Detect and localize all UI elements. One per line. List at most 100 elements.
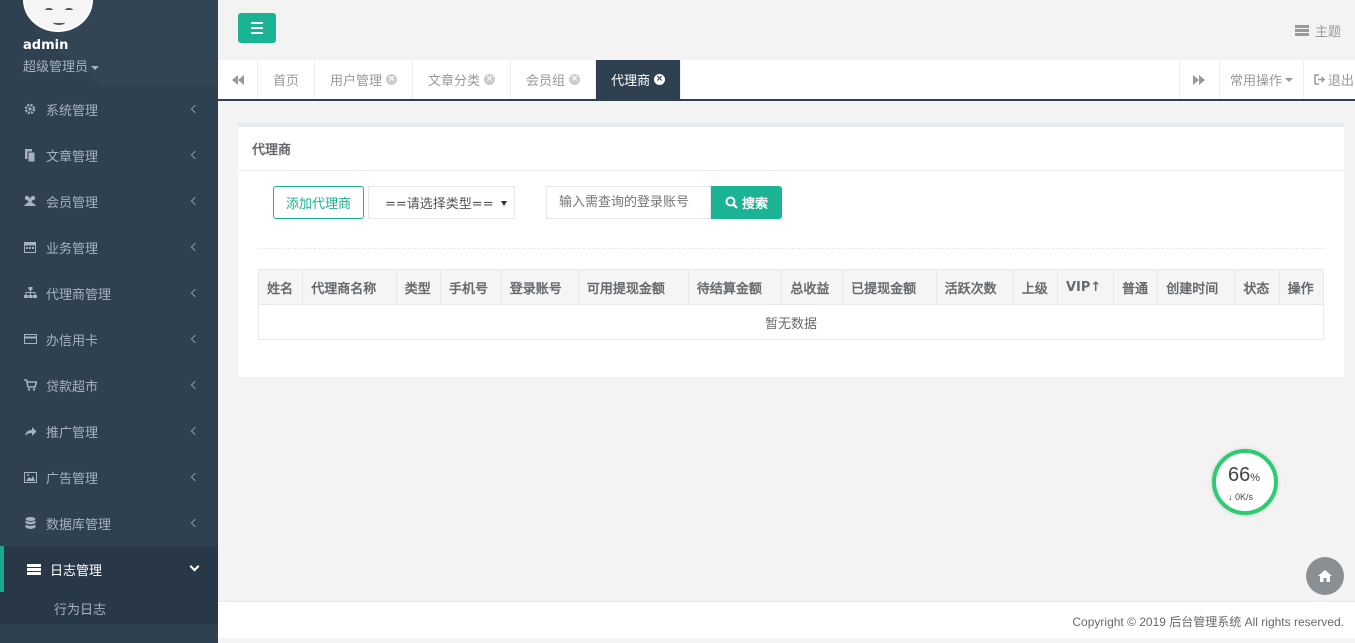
sidebar-item-database[interactable]: 数据库管理: [0, 500, 218, 546]
profile-role-label: 超级管理员: [23, 60, 89, 75]
column-header[interactable]: 普通: [1112, 269, 1159, 305]
sign-out-icon: [1314, 74, 1326, 85]
speed-rate: ↓ 0K/s: [1228, 492, 1254, 502]
tab-label: 文章分类: [428, 74, 481, 89]
share-icon: [22, 424, 38, 438]
column-header[interactable]: 手机号: [440, 269, 502, 305]
theme-link[interactable]: 主题: [1294, 21, 1341, 40]
chevron-left-icon: [190, 380, 200, 390]
sidebar-item-system[interactable]: 系统管理: [0, 86, 218, 132]
sidebar-item-ads[interactable]: 广告管理: [0, 454, 218, 500]
close-icon[interactable]: ×: [569, 74, 581, 85]
chevron-down-icon: [189, 561, 200, 572]
type-select[interactable]: ==请选择类型==: [368, 186, 516, 219]
copyright-text: Copyright © 2019 后台管理系统 All rights reser…: [1072, 615, 1344, 629]
close-icon[interactable]: ×: [484, 74, 496, 85]
dropdown-arrow-icon: [501, 201, 508, 206]
column-header-sortable[interactable]: VIP↑: [1056, 269, 1114, 305]
network-speed-widget[interactable]: 66% ↓ 0K/s: [1212, 449, 1278, 515]
caret-down-icon: [91, 65, 100, 70]
column-header[interactable]: 可用提现金额: [577, 269, 689, 305]
tab-member-group[interactable]: 会员组 ×: [511, 60, 597, 99]
sidebar-item-loan[interactable]: 贷款超市: [0, 362, 218, 408]
column-header[interactable]: 状态: [1234, 269, 1280, 305]
toolbar: 添加代理商 ==请选择类型== 搜索: [273, 186, 783, 219]
tab-label: 用户管理: [330, 74, 383, 89]
common-operations-dropdown[interactable]: 常用操作: [1218, 60, 1303, 99]
log-icon: [26, 562, 42, 576]
menu-toggle-button[interactable]: [238, 13, 276, 43]
arrow-down-icon: ↓: [1228, 492, 1236, 502]
column-header[interactable]: 活跃次数: [935, 269, 1014, 305]
credit-card-icon: [22, 332, 38, 346]
sidebar: admin 超级管理员 系统管理 文章管理 会员管理 业务管理 代理商管理 办信…: [0, 0, 218, 643]
sidebar-item-business[interactable]: 业务管理: [0, 224, 218, 270]
hamburger-icon: [251, 22, 263, 24]
tabs-scroll-right-button[interactable]: [1178, 60, 1219, 99]
table-row-empty: 暂无数据: [258, 304, 1324, 340]
image-icon: [22, 470, 38, 484]
search-group: 搜索: [546, 186, 783, 219]
chevron-left-icon: [190, 242, 200, 252]
speed-percent: 66%: [1228, 464, 1261, 486]
home-icon: [1318, 570, 1332, 582]
home-floating-button[interactable]: [1306, 557, 1344, 595]
column-header[interactable]: 总收益: [781, 269, 844, 305]
panel-title: 代理商: [238, 127, 1344, 171]
close-icon[interactable]: ×: [386, 74, 398, 85]
tab-user-management[interactable]: 用户管理 ×: [315, 60, 414, 99]
sidebar-item-member[interactable]: 会员管理: [0, 178, 218, 224]
caret-down-icon: [1285, 77, 1293, 82]
logout-button[interactable]: 退出: [1303, 60, 1355, 99]
chevron-left-icon: [190, 518, 200, 528]
sidebar-item-label: 会员管理: [46, 195, 99, 211]
login-account-search-input[interactable]: [546, 186, 712, 219]
tab-agent[interactable]: 代理商 ×: [596, 60, 682, 99]
tab-home[interactable]: 首页: [258, 60, 316, 99]
theme-icon: [1294, 25, 1309, 36]
sidebar-item-credit-card[interactable]: 办信用卡: [0, 316, 218, 362]
chevron-left-icon: [190, 104, 200, 114]
profile-role-dropdown[interactable]: 超级管理员: [23, 56, 100, 75]
top-navbar: 主题: [218, 0, 1355, 60]
add-agent-button[interactable]: 添加代理商: [273, 186, 365, 219]
search-button[interactable]: 搜索: [711, 186, 783, 219]
search-button-label: 搜索: [742, 197, 769, 212]
sidebar-item-label: 系统管理: [46, 103, 99, 119]
sidebar-item-label: 数据库管理: [46, 517, 112, 533]
column-header[interactable]: 登录账号: [500, 269, 579, 305]
column-header[interactable]: 已提现金额: [842, 269, 937, 305]
column-header[interactable]: 待结算金额: [687, 269, 783, 305]
footer: Copyright © 2019 后台管理系统 All rights reser…: [218, 601, 1355, 638]
sidebar-subitem-behavior-log[interactable]: 行为日志: [0, 592, 218, 624]
close-icon[interactable]: ×: [654, 74, 666, 85]
column-header[interactable]: 操作: [1278, 269, 1325, 305]
chevron-left-icon: [190, 150, 200, 160]
sidebar-item-label: 广告管理: [46, 471, 99, 487]
tab-article-category[interactable]: 文章分类 ×: [413, 60, 512, 99]
theme-label: 主题: [1314, 25, 1341, 40]
column-header[interactable]: 上级: [1012, 269, 1058, 305]
sidebar-item-log[interactable]: 日志管理: [0, 546, 218, 592]
sidebar-item-label: 业务管理: [46, 241, 99, 257]
empty-message: 暂无数据: [258, 304, 1324, 340]
column-header[interactable]: 姓名: [257, 269, 304, 305]
profile-area: admin 超级管理员: [0, 0, 218, 86]
logout-label: 退出: [1328, 74, 1355, 89]
column-header[interactable]: 创建时间: [1157, 269, 1236, 305]
divider: [258, 248, 1324, 249]
column-header[interactable]: 类型: [395, 269, 442, 305]
sidebar-item-article[interactable]: 文章管理: [0, 132, 218, 178]
sidebar-item-label: 办信用卡: [46, 333, 99, 349]
avatar[interactable]: [23, 0, 93, 32]
tab-label: 会员组: [526, 74, 566, 89]
agent-table: 姓名 代理商名称 类型 手机号 登录账号 可用提现金额 待结算金额 总收益 已提…: [257, 269, 1325, 340]
column-header[interactable]: 代理商名称: [302, 269, 397, 305]
tabs-scroll-left-button[interactable]: [218, 60, 258, 99]
sidebar-item-label: 日志管理: [50, 563, 103, 579]
sidebar-item-promotion[interactable]: 推广管理: [0, 408, 218, 454]
sidebar-nav: 系统管理 文章管理 会员管理 业务管理 代理商管理 办信用卡 贷款超市 推广管理…: [0, 86, 218, 624]
profile-name: admin: [23, 38, 69, 53]
sidebar-item-label: 贷款超市: [46, 379, 99, 395]
sidebar-item-agent[interactable]: 代理商管理: [0, 270, 218, 316]
